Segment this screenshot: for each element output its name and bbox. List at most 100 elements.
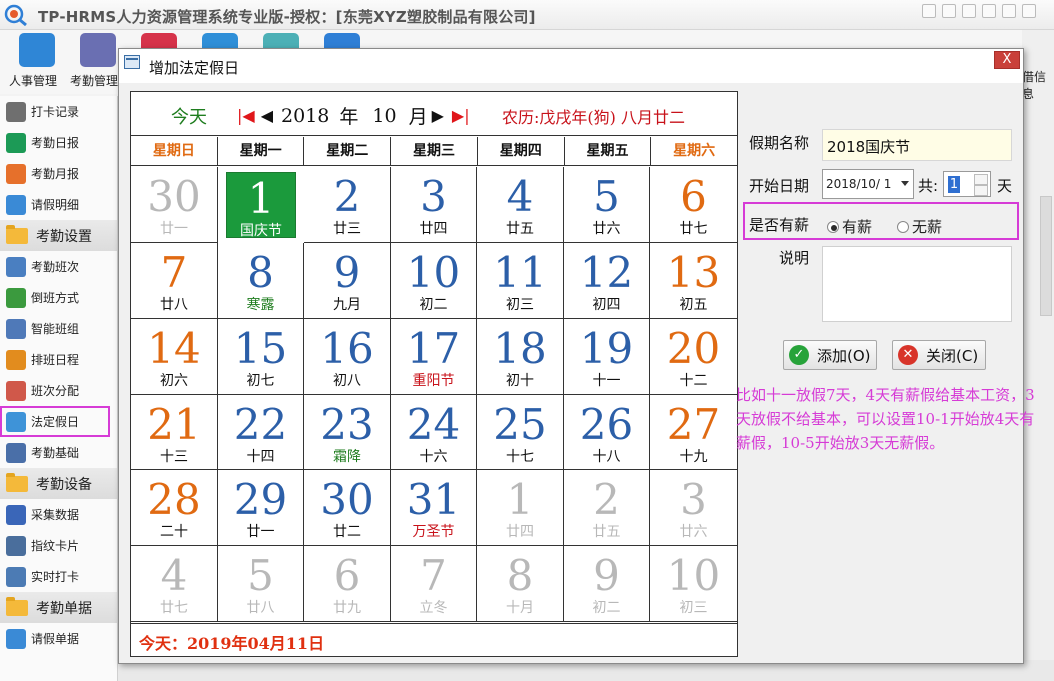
day-cell[interactable]: 15 初七 <box>218 319 304 395</box>
folder-icon <box>6 472 28 492</box>
day-cell[interactable]: 3 廿六 <box>650 470 737 546</box>
day-cell[interactable]: 31 万圣节 <box>391 470 477 546</box>
first-month-icon[interactable]: |◀ <box>237 106 255 125</box>
day-cell[interactable]: 8 十月 <box>477 546 564 622</box>
maximize-icon[interactable] <box>1002 4 1016 18</box>
help-icon[interactable] <box>942 4 956 18</box>
day-cell[interactable]: 10 初三 <box>650 546 737 622</box>
lunar-date: 农历:戊戌年(狗) 八月廿二 <box>502 108 685 127</box>
day-cell[interactable]: 2 廿五 <box>564 470 650 546</box>
smart-group-icon <box>6 318 26 339</box>
day-cell[interactable]: 29 廿一 <box>218 470 304 546</box>
close-window-icon[interactable] <box>1022 4 1036 18</box>
last-month-icon[interactable]: ▶| <box>452 106 470 125</box>
day-cell[interactable]: 26 十八 <box>564 395 650 470</box>
dialog-close-button[interactable]: X <box>994 51 1020 69</box>
days-stepper[interactable]: 1 <box>943 171 991 197</box>
sidebar-label: 班次分配 <box>31 384 80 398</box>
sidebar-item[interactable]: 考勤班次 <box>0 251 117 282</box>
weekday-label: 星期六 <box>673 143 716 159</box>
days-value[interactable]: 1 <box>948 176 960 193</box>
day-cell[interactable]: 5 廿六 <box>564 167 650 243</box>
sidebar-item[interactable]: 实时打卡 <box>0 561 117 592</box>
day-cell[interactable]: 16 初八 <box>304 319 391 395</box>
day-cell[interactable]: 28 二十 <box>131 470 218 546</box>
day-cell[interactable]: 20 十二 <box>650 319 737 395</box>
sidebar-item[interactable]: 智能班组 <box>0 313 117 344</box>
paid-radio[interactable]: 有薪 <box>827 216 872 237</box>
day-cell[interactable]: 24 十六 <box>391 395 477 470</box>
day-cell[interactable]: 9 九月 <box>304 243 391 319</box>
day-cell[interactable]: 11 初三 <box>477 243 564 319</box>
day-cell[interactable]: 14 初六 <box>131 319 218 395</box>
day-cell[interactable]: 1 廿四 <box>477 470 564 546</box>
day-cell[interactable]: 25 十七 <box>477 395 564 470</box>
toolbar-personnel[interactable]: 人事管理 <box>9 33 65 91</box>
day-cell[interactable]: 22 十四 <box>218 395 304 470</box>
day-cell[interactable]: 7 立冬 <box>391 546 477 622</box>
lunar-day: 十二 <box>679 373 708 389</box>
today-date[interactable]: 今天：2019年04月11日 <box>139 630 324 654</box>
day-cell[interactable]: 12 初四 <box>564 243 650 319</box>
sidebar-group[interactable]: 考勤设置 <box>0 220 117 251</box>
day-cell-selected[interactable]: 1 国庆节 <box>226 172 296 239</box>
day-cell[interactable]: 2 廿三 <box>304 167 391 243</box>
sidebar-item[interactable]: 倒班方式 <box>0 282 117 313</box>
sidebar-item[interactable]: 打卡记录 <box>0 96 117 127</box>
day-cell[interactable]: 8 寒露 <box>218 243 304 319</box>
check-icon: ✓ <box>789 345 809 365</box>
day-cell[interactable]: 23 霜降 <box>304 395 391 470</box>
day-cell[interactable]: 27 十九 <box>650 395 737 470</box>
sidebar-item[interactable]: 班次分配 <box>0 375 117 406</box>
day-cell[interactable]: 5 廿八 <box>218 546 304 622</box>
add-button[interactable]: ✓ 添加(O) <box>783 340 877 370</box>
day-cell[interactable]: 6 廿九 <box>304 546 391 622</box>
sidebar-item[interactable]: 考勤基础 <box>0 437 117 468</box>
day-cell[interactable]: 10 初二 <box>391 243 477 319</box>
sidebar-item[interactable]: 考勤月报 <box>0 158 117 189</box>
sidebar-item[interactable]: 请假单据 <box>0 623 117 654</box>
prev-month-icon[interactable]: ◀ <box>261 106 273 125</box>
sidebar-group[interactable]: 考勤设备 <box>0 468 117 499</box>
next-month-icon[interactable]: ▶ <box>432 106 444 125</box>
day-cell[interactable]: 3 廿四 <box>391 167 477 243</box>
sidebar-item[interactable]: 指纹卡片 <box>0 530 117 561</box>
day-cell[interactable]: 19 十一 <box>564 319 650 395</box>
sidebar-item[interactable]: 考勤日报 <box>0 127 117 158</box>
start-date-picker[interactable]: 2018/10/ 1 <box>822 169 914 199</box>
radio-checked-icon[interactable] <box>827 220 839 233</box>
holiday-name-input[interactable]: 2018国庆节 <box>822 129 1012 161</box>
day-cell[interactable]: 13 初五 <box>650 243 737 319</box>
minimize-icon[interactable] <box>982 4 996 18</box>
day-cell[interactable]: 21 十三 <box>131 395 218 470</box>
memo-textarea[interactable] <box>822 246 1012 322</box>
close-button[interactable]: ✕ 关闭(C) <box>892 340 986 370</box>
sidebar-item[interactable]: 法定假日 <box>0 406 110 437</box>
day-cell[interactable]: 6 廿七 <box>650 167 737 243</box>
sidebar-group[interactable]: 考勤单据 <box>0 592 117 623</box>
day-cell[interactable]: 4 廿五 <box>477 167 564 243</box>
day-cell[interactable]: 30 廿一 <box>131 167 218 243</box>
day-cell[interactable]: 18 初十 <box>477 319 564 395</box>
day-cell[interactable]: 30 廿二 <box>304 470 391 546</box>
stepper-up-icon[interactable] <box>974 174 988 185</box>
today-link[interactable]: 今天 <box>171 103 207 129</box>
monthly-report-icon <box>6 163 26 184</box>
sidebar-item[interactable]: 排班日程 <box>0 344 117 375</box>
sidebar-label: 智能班组 <box>31 322 80 336</box>
skin-icon[interactable] <box>922 4 936 18</box>
day-cell[interactable]: 9 初二 <box>564 546 650 622</box>
sidebar-item[interactable]: 采集数据 <box>0 499 117 530</box>
close-icon: ✕ <box>898 345 918 365</box>
radio-unchecked-icon[interactable] <box>897 220 909 233</box>
day-number: 11 <box>493 248 547 297</box>
day-cell[interactable]: 7 廿八 <box>131 243 218 319</box>
day-cell[interactable]: 17 重阳节 <box>391 319 477 395</box>
scrollbar[interactable] <box>1040 196 1052 316</box>
sidebar-item[interactable]: 请假明细 <box>0 189 117 220</box>
chevron-down-icon[interactable] <box>901 181 909 186</box>
stepper-down-icon[interactable] <box>974 185 988 196</box>
unpaid-radio[interactable]: 无薪 <box>897 216 942 237</box>
user-icon[interactable] <box>962 4 976 18</box>
day-cell[interactable]: 4 廿七 <box>131 546 218 622</box>
